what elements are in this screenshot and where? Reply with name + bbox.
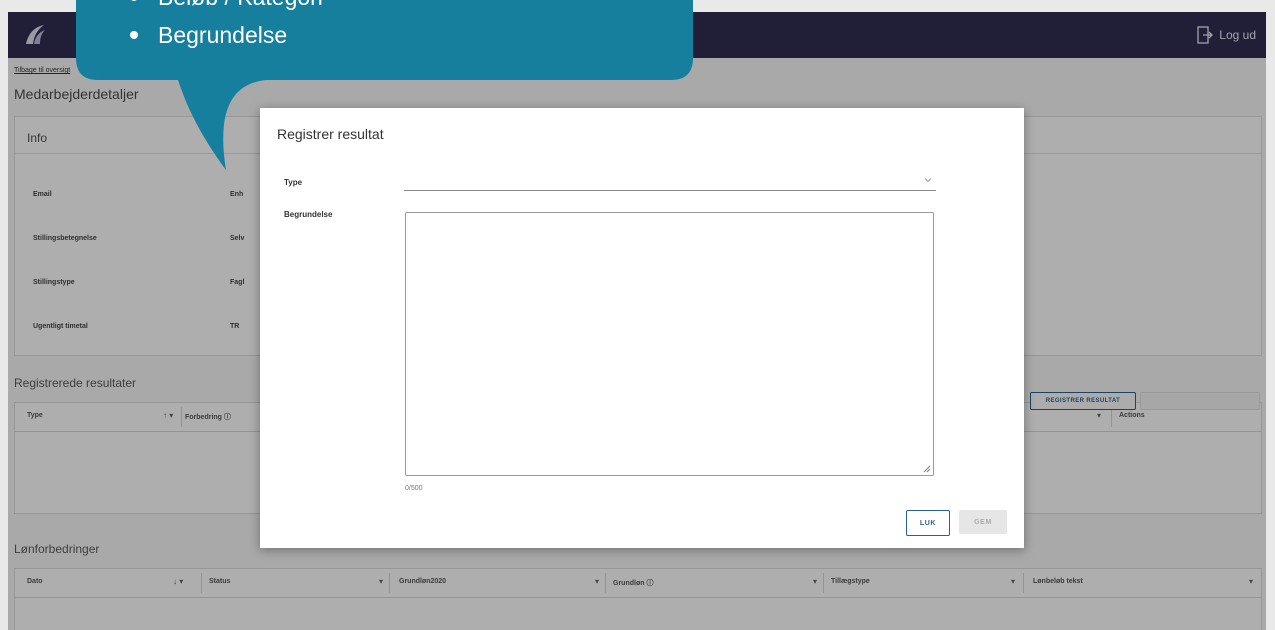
- reason-textarea[interactable]: [405, 212, 934, 476]
- speech-bubble: Beløb / Kategori Begrundelse: [0, 0, 700, 180]
- bullet-icon: [130, 0, 138, 1]
- save-button[interactable]: GEM: [959, 510, 1007, 534]
- chevron-down-icon: [924, 178, 932, 183]
- reason-label: Begrundelse: [284, 210, 333, 219]
- bullet-icon: [130, 30, 138, 39]
- close-button[interactable]: LUK: [906, 510, 950, 536]
- bubble-list-item: Beløb / Kategori: [130, 0, 323, 11]
- bubble-list-item: Begrundelse: [130, 22, 287, 49]
- speech-bubble-shape: [76, 0, 693, 170]
- resize-handle-icon[interactable]: [923, 465, 931, 473]
- bubble-item-label: Begrundelse: [158, 22, 288, 48]
- bubble-item-label: Beløb / Kategori: [158, 0, 323, 10]
- character-counter: 0/500: [405, 485, 423, 492]
